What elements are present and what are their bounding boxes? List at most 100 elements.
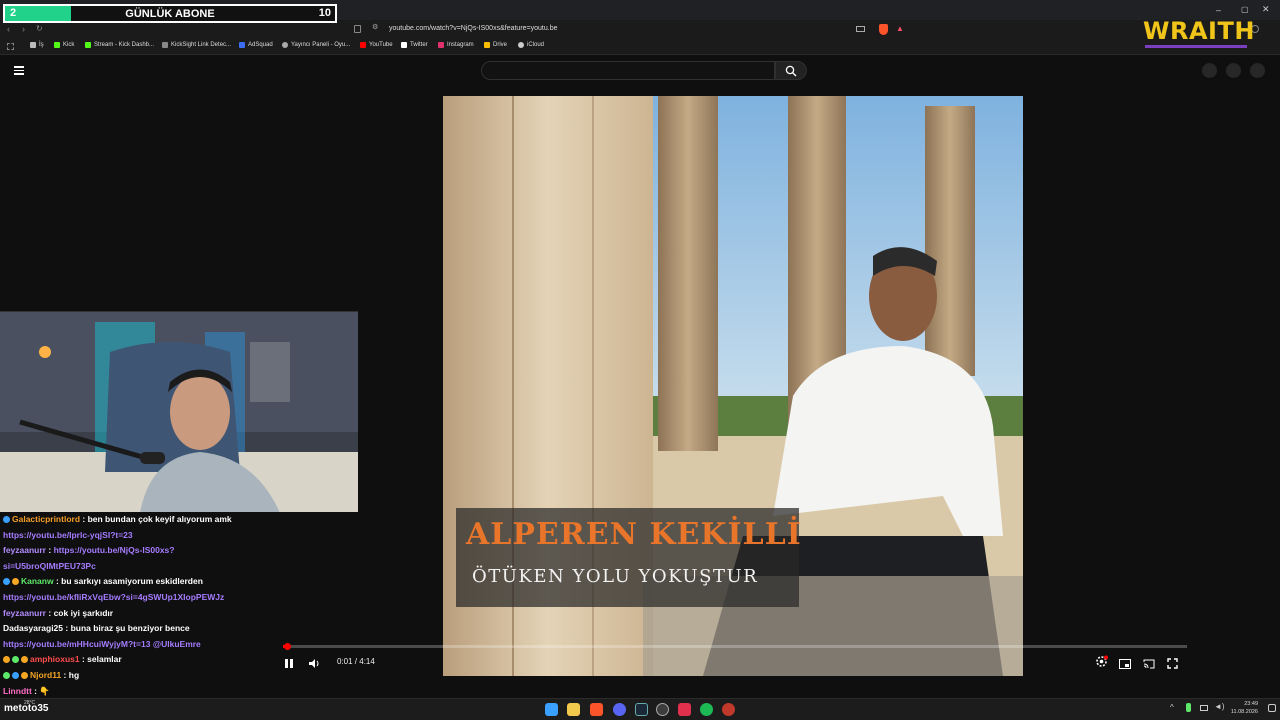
- chat-message: Galacticprintlord : ben bundan çok keyif…: [3, 512, 358, 528]
- drive-icon: [484, 42, 490, 48]
- chat-username: feyzaanurr: [3, 545, 46, 556]
- x-icon: [401, 42, 407, 48]
- settings-button[interactable]: [1095, 655, 1108, 673]
- apps-icon[interactable]: [7, 43, 14, 50]
- tray-overflow-icon[interactable]: ^: [1170, 703, 1174, 712]
- cast-icon: [1143, 659, 1155, 669]
- folder-icon: [30, 42, 36, 48]
- clock-time: 23:49: [1244, 701, 1258, 707]
- chat-text: ben bundan çok keyif alıyorum amk: [87, 514, 232, 524]
- badge-icon: [12, 578, 19, 586]
- chat-message: feyzaanurr : cok iyi şarkıdır: [3, 607, 114, 618]
- chat-message: si=U5broQIMtPEU73Pc: [3, 559, 358, 575]
- chat-link[interactable]: https://youtu.be/NjQs-IS00xs?: [54, 545, 175, 555]
- back-icon[interactable]: ‹: [7, 24, 10, 34]
- bookmark-page-icon[interactable]: [354, 25, 361, 33]
- webcam-feed: [0, 311, 358, 512]
- bookmark-kick[interactable]: Kick: [54, 42, 74, 48]
- settings-icon: [1096, 655, 1108, 667]
- miniplayer-icon: [1119, 659, 1131, 669]
- app-icon[interactable]: [678, 703, 691, 716]
- brave-rewards-icon[interactable]: ▲: [896, 24, 904, 33]
- bookmarks-bar: İş Kick Stream - Kick Dashb... KickSight…: [0, 40, 1280, 55]
- notifications-icon[interactable]: [1226, 63, 1241, 78]
- chat-username: Galacticprintlord: [12, 514, 81, 524]
- brave-shields-icon[interactable]: [879, 24, 888, 35]
- bookmark-twitter[interactable]: Twitter: [401, 42, 428, 48]
- site-info-icon[interactable]: ⚙: [372, 23, 378, 31]
- file-explorer-icon[interactable]: [567, 703, 580, 716]
- chat-message: Njord11 : hg: [3, 668, 358, 684]
- chat-message: https://youtu.be/mHHcuiWyjyM?t=13 @UlkuE…: [3, 637, 358, 653]
- brave-icon[interactable]: [590, 703, 603, 716]
- close-window-icon[interactable]: ✕: [1262, 4, 1270, 15]
- video-artist-name: ALPEREN KEKİLLİ: [466, 517, 802, 552]
- minimize-icon[interactable]: –: [1216, 5, 1221, 15]
- chat-text: buna biraz şu benziyor bence: [70, 623, 190, 634]
- wraith-logo: WRAITH: [1143, 18, 1254, 48]
- url-text[interactable]: youtube.com/watch?v=NjQs-IS00xs&feature=…: [389, 25, 557, 32]
- microphone-icon[interactable]: [1186, 703, 1191, 712]
- streamer-name: metoto35: [4, 703, 49, 714]
- bookmark-icloud[interactable]: iCloud: [518, 42, 544, 48]
- chat-message: amphioxus1 : selamlar: [3, 652, 358, 668]
- badge-icon: [3, 671, 10, 679]
- badge-icon: [21, 656, 28, 664]
- bookmark-is[interactable]: İş: [30, 42, 44, 48]
- chat-message: Dadasyaragi25 : buna biraz şu benziyor b…: [3, 623, 190, 634]
- chat-link[interactable]: https://youtu.be/Iprlc-yqjSI?t=23: [3, 530, 133, 540]
- subscriber-goal-current: 2: [10, 7, 17, 19]
- bookmark-kicksight[interactable]: KickSight Link Detec...: [162, 42, 231, 48]
- bookmark-kick-dashboard[interactable]: Stream - Kick Dashb...: [85, 42, 154, 48]
- bookmark-youtube[interactable]: YouTube: [360, 42, 393, 48]
- webcam-image: [0, 312, 358, 512]
- clock-date: 11.08.2026: [1230, 709, 1258, 715]
- kicksight-icon: [162, 42, 168, 48]
- avatar[interactable]: [1250, 63, 1265, 78]
- chat-link[interactable]: https://youtu.be/kfIiRxVqEbw?si=4gSWUp1X…: [3, 592, 224, 602]
- search-button[interactable]: [775, 61, 807, 80]
- hamburger-icon[interactable]: [14, 66, 24, 75]
- cast-button[interactable]: [1143, 656, 1155, 674]
- video-song-title: ÖTÜKEN YOLU YOKUŞTUR: [472, 566, 759, 587]
- maximize-icon[interactable]: ▢: [1241, 5, 1249, 14]
- cast-tab-icon[interactable]: [856, 26, 865, 32]
- notification-center-icon[interactable]: [1268, 704, 1276, 712]
- spotify-icon[interactable]: [700, 703, 713, 716]
- bookmark-adsquad[interactable]: AdSquad: [239, 42, 273, 48]
- obs-icon[interactable]: [656, 703, 669, 716]
- reload-icon[interactable]: ↻: [36, 24, 43, 33]
- chat-message: Kananw : bu sarkıyı asamiyorum eskidlerd…: [3, 574, 358, 590]
- adsquad-icon: [239, 42, 245, 48]
- windows-taskbar: ^ ◄) 23:49 11.08.2026: [0, 698, 1280, 720]
- search-input[interactable]: [481, 61, 775, 80]
- bookmark-instagram[interactable]: Instagram: [438, 42, 474, 48]
- bookmark-drive[interactable]: Drive: [484, 42, 507, 48]
- kick-icon: [54, 42, 60, 48]
- forward-icon[interactable]: ›: [22, 24, 25, 34]
- search-icon: [785, 65, 797, 76]
- progress-bar[interactable]: [283, 645, 1187, 648]
- chat-username: feyzaanurr: [3, 607, 46, 618]
- bookmark-yayinci-paneli[interactable]: Yayıncı Paneli - Oyu...: [282, 42, 350, 48]
- chat-username: Dadasyaragi25: [3, 623, 64, 634]
- discord-icon[interactable]: [613, 703, 626, 716]
- miniplayer-button[interactable]: [1119, 656, 1131, 674]
- system-clock[interactable]: 23:49 11.08.2026: [1231, 700, 1258, 716]
- badge-icon: [21, 671, 28, 679]
- display-icon[interactable]: [1200, 705, 1208, 711]
- create-icon[interactable]: [1202, 63, 1217, 78]
- chat-link[interactable]: si=U5broQIMtPEU73Pc: [3, 561, 96, 571]
- app-icon[interactable]: [722, 703, 735, 716]
- chat-message: https://youtu.be/kfIiRxVqEbw?si=4gSWUp1X…: [3, 590, 358, 606]
- chat-link[interactable]: https://youtu.be/mHHcuiWyjyM?t=13: [3, 639, 150, 649]
- speaker-icon[interactable]: ◄): [1214, 702, 1225, 711]
- person-icon: [282, 42, 288, 48]
- instagram-icon: [438, 42, 444, 48]
- steam-icon[interactable]: [635, 703, 648, 716]
- start-icon[interactable]: [545, 703, 558, 716]
- chat-message: feyzaanurr : https://youtu.be/NjQs-IS00x…: [3, 545, 175, 556]
- apple-icon: [518, 42, 524, 48]
- fullscreen-button[interactable]: [1167, 656, 1178, 674]
- chat-username: amphioxus1: [30, 654, 80, 665]
